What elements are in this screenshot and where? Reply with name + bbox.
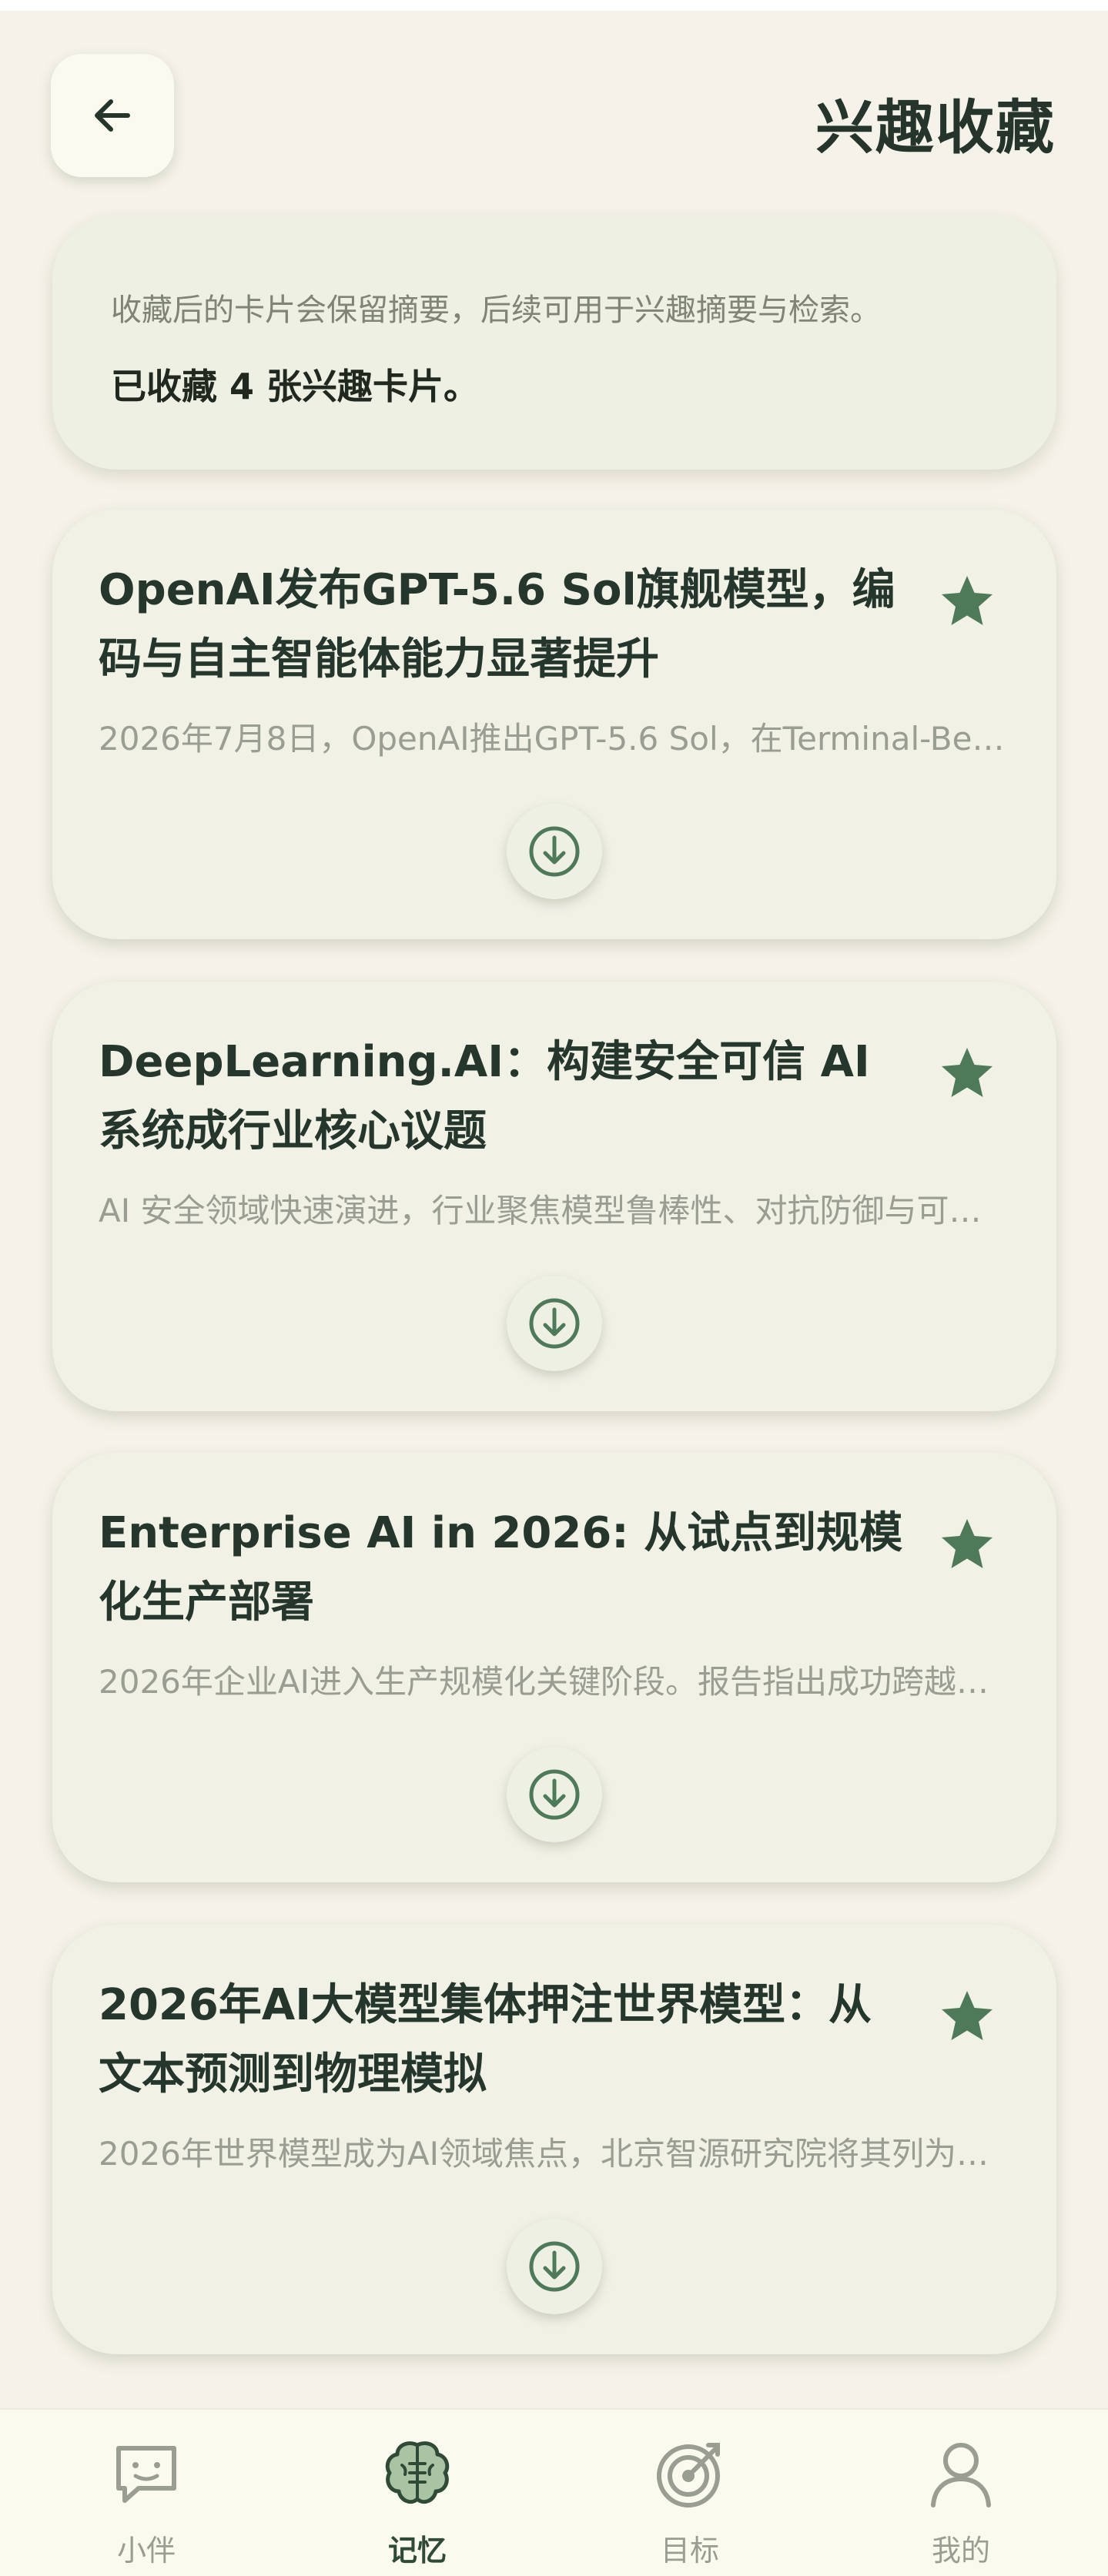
chevron-down-circle-icon: [529, 1298, 580, 1349]
page: 兴趣收藏 收藏后的卡片会保留摘要，后续可用于兴趣摘要与检索。 已收藏 4 张兴趣…: [0, 0, 1108, 2576]
favorite-card[interactable]: 2026年AI大模型集体押注世界模型：从文本预测到物理模拟 2026年世界模型成…: [52, 1925, 1056, 2354]
card-title: Enterprise AI in 2026: 从试点到规模化生产部署: [99, 1508, 903, 1628]
arrow-left-icon: [95, 99, 130, 132]
chevron-down-circle-icon: [529, 2241, 580, 2292]
nav-item-profile[interactable]: 我的: [884, 2410, 1038, 2576]
expand-button[interactable]: [507, 1276, 602, 1371]
star-icon[interactable]: [936, 571, 998, 633]
card-summary: 2026年世界模型成为AI领域焦点，北京智源研究院将其列为重点方向: [99, 2135, 1010, 2173]
nav-item-companion[interactable]: 小伴: [69, 2410, 223, 2576]
expand-button[interactable]: [507, 1747, 602, 1842]
card-summary: 2026年7月8日，OpenAI推出GPT-5.6 Sol，在Terminal-…: [99, 720, 1010, 758]
card-summary: AI 安全领域快速演进，行业聚焦模型鲁棒性、对抗防御与可解释性: [99, 1192, 1010, 1229]
nav-label: 记忆: [387, 2534, 447, 2568]
nav-item-memory[interactable]: 记忆: [340, 2410, 494, 2576]
card-title: 2026年AI大模型集体押注世界模型：从文本预测到物理模拟: [99, 1980, 872, 2099]
expand-button[interactable]: [507, 2219, 602, 2314]
card-summary: 2026年企业AI进入生产规模化关键阶段。报告指出成功跨越试点阶段的企业: [99, 1663, 1010, 1701]
brain-icon: [385, 2441, 450, 2504]
status-bar-strip: [0, 0, 1108, 11]
favorite-card[interactable]: Enterprise AI in 2026: 从试点到规模化生产部署 2026年…: [52, 1453, 1056, 1882]
page-title: 兴趣收藏: [815, 93, 1056, 162]
nav-label: 目标: [660, 2534, 719, 2568]
chevron-down-circle-icon: [529, 1769, 580, 1820]
back-button[interactable]: [51, 54, 174, 177]
info-card: 收藏后的卡片会保留摘要，后续可用于兴趣摘要与检索。 已收藏 4 张兴趣卡片。: [52, 216, 1056, 470]
star-icon[interactable]: [936, 1986, 998, 2048]
favorite-card[interactable]: OpenAI发布GPT-5.6 Sol旗舰模型，编码与自主智能体能力显著提升 2…: [52, 510, 1056, 939]
person-icon: [931, 2443, 991, 2507]
bottom-nav: 小伴 记忆 目标 我的: [0, 2408, 1108, 2576]
chevron-down-circle-icon: [529, 826, 580, 877]
nav-item-goals[interactable]: 目标: [613, 2410, 767, 2576]
target-icon: [657, 2443, 720, 2507]
expand-button[interactable]: [507, 804, 602, 899]
info-hint: 收藏后的卡片会保留摘要，后续可用于兴趣摘要与检索。: [111, 293, 881, 328]
star-icon[interactable]: [936, 1514, 998, 1576]
card-title: DeepLearning.AI：构建安全可信 AI 系统成行业核心议题: [99, 1037, 870, 1156]
nav-label: 我的: [931, 2534, 990, 2568]
card-title: OpenAI发布GPT-5.6 Sol旗舰模型，编码与自主智能体能力显著提升: [99, 565, 895, 684]
favorites-count: 已收藏 4 张兴趣卡片。: [111, 366, 480, 407]
chat-icon: [116, 2446, 176, 2503]
nav-label: 小伴: [116, 2534, 176, 2568]
favorite-card[interactable]: DeepLearning.AI：构建安全可信 AI 系统成行业核心议题 AI 安…: [52, 982, 1056, 1411]
star-icon[interactable]: [936, 1043, 998, 1105]
